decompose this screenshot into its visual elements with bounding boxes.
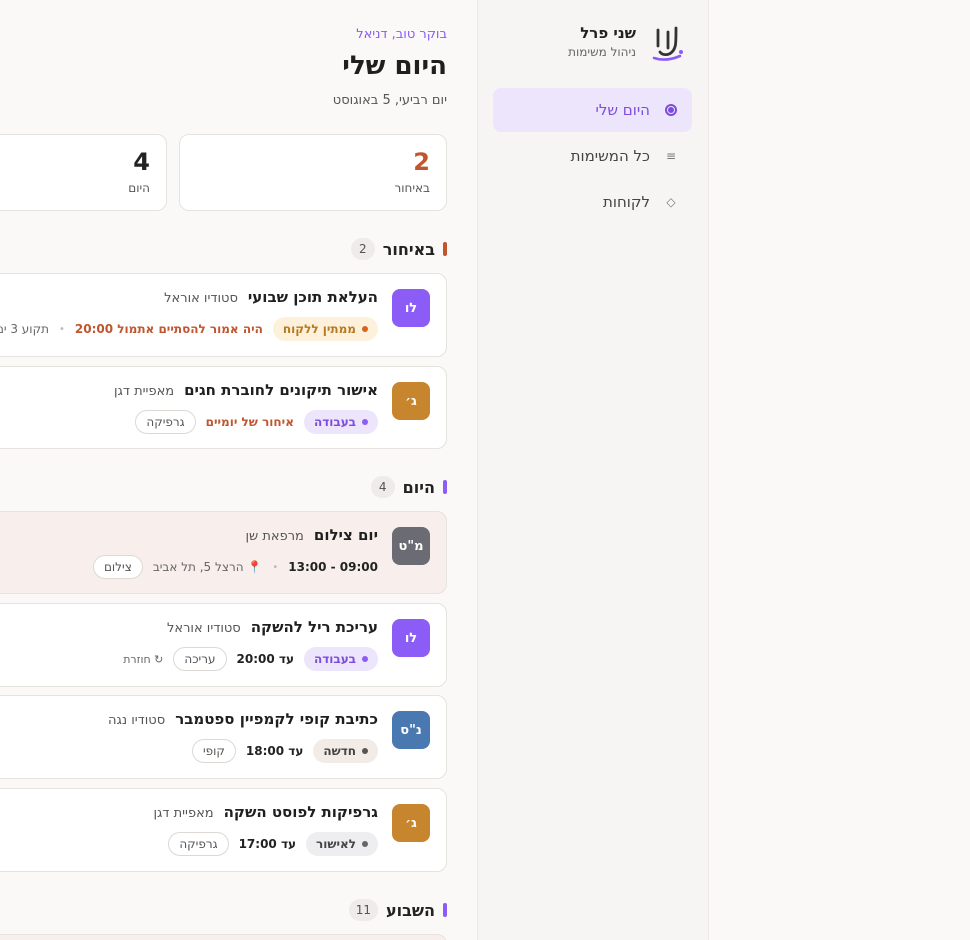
nav-label: כל המשימות	[571, 147, 651, 165]
status-badge[interactable]: לאישור	[307, 832, 379, 856]
avatar: ג׳	[393, 804, 431, 842]
status-dot-icon	[363, 656, 369, 662]
section-bar	[444, 903, 448, 917]
section-title: היום	[403, 477, 436, 497]
task-card[interactable]: מ"ט יום צילום מרפאת שן 09:00 - 13:00 • 📍…	[0, 511, 448, 594]
nav-item-all-tasks[interactable]: ≡ כל המשימות	[494, 134, 693, 178]
section-title: באיחור	[383, 239, 436, 259]
status-badge[interactable]: בעבודה	[304, 410, 379, 434]
time-range: 09:00 - 13:00	[289, 560, 379, 574]
radio-icon	[665, 103, 679, 117]
separator-dot: •	[273, 561, 280, 573]
brand-name: שני פרל	[581, 24, 637, 42]
task-title: כתיבת קופי לקמפיין ספטמבר	[176, 710, 379, 728]
section-bar	[444, 480, 448, 494]
stat-value: 4	[134, 148, 151, 176]
tag[interactable]: עריכה	[174, 647, 228, 671]
avatar: נ"ס	[393, 711, 431, 749]
stat-card-today[interactable]: 4 היום	[0, 134, 168, 211]
tag[interactable]: צילום	[93, 555, 144, 579]
status-label: בעבודה	[314, 652, 357, 666]
task-client: מאפיית דגן	[114, 384, 176, 399]
task-card[interactable]: ג׳ גרפיקות לפוסט השקה מאפיית דגן לאישור …	[0, 788, 448, 872]
task-client: סטודיו אוראל	[168, 621, 242, 636]
location-pin-icon: 📍	[248, 560, 264, 574]
sidebar-nav: היום שלי ≡ כל המשימות ◇ לקוחות	[494, 88, 693, 226]
stat-value: 2	[414, 148, 431, 176]
tag[interactable]: קופי	[192, 739, 237, 763]
task-title: העלאת תוכן שבועי	[248, 288, 379, 306]
section-header-today[interactable]: היום 4	[371, 475, 448, 499]
sidebar: שני פרל ניהול משימות היום שלי ≡ כל המשימ…	[478, 0, 710, 940]
avatar: ג׳	[393, 382, 431, 420]
task-title: עריכת ריל להשקה	[251, 618, 379, 636]
recurring-label: ↻ חוזרת	[124, 652, 165, 666]
tag[interactable]: גרפיקה	[136, 410, 197, 434]
due-time: עד 20:00	[237, 652, 295, 666]
date: יום רביעי, 5 באוגוסט	[333, 93, 448, 108]
status-dot-icon	[363, 748, 369, 754]
status-dot-icon	[363, 326, 369, 332]
location-text: הרצל 5, תל אביב	[153, 560, 245, 574]
tag[interactable]: גרפיקה	[169, 832, 230, 856]
task-client: מרפאת שן	[246, 529, 305, 544]
status-badge[interactable]: ממתין ללקוח	[273, 317, 379, 341]
task-client: סטודיו נגה	[109, 713, 167, 728]
logo	[647, 22, 687, 62]
status-badge[interactable]: חדשה	[314, 739, 379, 763]
greeting: בוקר טוב, דניאל	[357, 27, 448, 42]
task-client: מאפיית דגן	[154, 806, 215, 821]
section-header-week[interactable]: השבוע 11	[349, 898, 448, 922]
section-header-late[interactable]: באיחור 2	[351, 237, 448, 261]
status-label: לאישור	[317, 837, 357, 851]
task-title: אישור תיקונים לחוברת חגים	[185, 381, 379, 399]
status-label: בעבודה	[314, 415, 357, 429]
section-count: 2	[351, 238, 376, 260]
status-label: ממתין ללקוח	[283, 322, 357, 336]
status-dot-icon	[363, 419, 369, 425]
status-label: חדשה	[324, 744, 357, 758]
task-title: יום צילום	[314, 526, 379, 544]
status-dot-icon	[363, 841, 369, 847]
location: 📍 הרצל 5, תל אביב	[154, 560, 264, 574]
brand-subtitle: ניהול משימות	[569, 45, 637, 59]
section-title: השבוע	[386, 900, 436, 920]
main-content: בוקר טוב, דניאל היום שלי יום רביעי, 5 בא…	[0, 0, 448, 940]
section-count: 11	[349, 899, 379, 921]
avatar: לו	[393, 619, 431, 657]
stat-label: באיחור	[395, 181, 431, 195]
section-bar	[444, 242, 448, 256]
task-card[interactable]: ג׳ אישור תיקונים לחוברת חגים מאפיית דגן …	[0, 366, 448, 449]
nav-label: היום שלי	[596, 101, 651, 119]
task-card[interactable]	[0, 934, 448, 940]
diamond-icon: ◇	[667, 195, 677, 209]
late-text: איחור של יומיים	[206, 415, 295, 429]
task-client: סטודיו אוראל	[165, 291, 239, 306]
avatar: לו	[393, 289, 431, 327]
section-count: 4	[371, 476, 396, 498]
avatar: מ"ט	[393, 527, 431, 565]
brand[interactable]: שני פרל ניהול משימות	[569, 22, 687, 62]
nav-item-my-day[interactable]: היום שלי	[494, 88, 693, 132]
stat-card-late[interactable]: 2 באיחור	[180, 134, 448, 211]
task-card[interactable]: לו העלאת תוכן שבועי סטודיו אוראל ממתין ל…	[0, 273, 448, 357]
task-title: גרפיקות לפוסט השקה	[224, 803, 379, 821]
task-card[interactable]: נ"ס כתיבת קופי לקמפיין ספטמבר סטודיו נגה…	[0, 695, 448, 779]
stat-label: היום	[129, 181, 151, 195]
nav-label: לקוחות	[604, 193, 651, 211]
late-text: היה אמור להסתיים אתמול 20:00	[75, 322, 264, 336]
list-icon: ≡	[666, 149, 678, 163]
due-time: עד 18:00	[246, 744, 305, 758]
due-time: עד 17:00	[239, 837, 298, 851]
status-badge[interactable]: בעבודה	[304, 647, 379, 671]
separator-dot: •	[59, 323, 66, 335]
page-title: היום שלי	[343, 51, 448, 81]
nav-item-clients[interactable]: ◇ לקוחות	[494, 180, 693, 224]
task-card[interactable]: לו עריכת ריל להשקה סטודיו אוראל בעבודה ע…	[0, 603, 448, 687]
stuck-text: תקוע 3 ימים	[0, 322, 50, 336]
